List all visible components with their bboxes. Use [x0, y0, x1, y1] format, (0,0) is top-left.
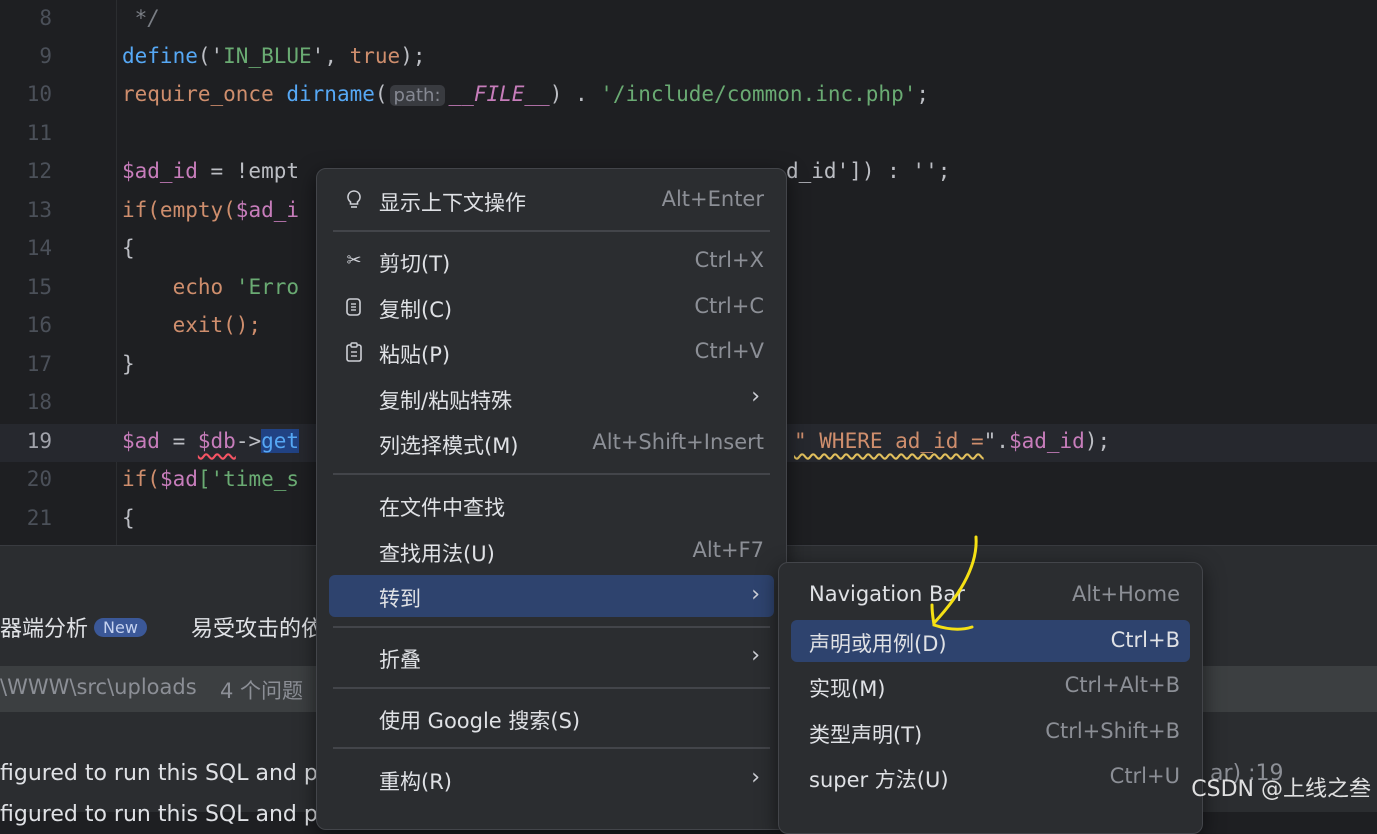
- problem-row[interactable]: figured to run this SQL and pr: [0, 802, 327, 827]
- menu-separator: [333, 626, 770, 628]
- menu-item-find-in-files[interactable]: 在文件中查找: [329, 484, 774, 526]
- line-number: 15: [26, 275, 52, 299]
- submenu-item-navigation-bar[interactable]: Navigation Bar Alt+Home: [791, 574, 1190, 616]
- menu-separator: [333, 687, 770, 689]
- code-line[interactable]: 8 */: [0, 1, 1377, 39]
- copy-icon: [343, 296, 365, 318]
- watermark: CSDN @上线之叁: [1191, 777, 1371, 802]
- menu-item-column-selection[interactable]: 列选择模式(M) Alt+Shift+Insert: [329, 422, 774, 464]
- line-number: 14: [26, 236, 52, 260]
- menu-item-google-search[interactable]: 使用 Google 搜索(S): [329, 697, 774, 739]
- scissors-icon: ✂: [346, 250, 362, 271]
- menu-item-goto[interactable]: 转到 ›: [329, 575, 774, 617]
- paste-icon: [343, 341, 365, 363]
- code-line[interactable]: 11: [0, 116, 1377, 154]
- parameter-hint: path:: [389, 85, 445, 106]
- chevron-right-icon: ›: [751, 384, 760, 409]
- selected-text: get: [261, 429, 300, 453]
- goto-submenu: Navigation Bar Alt+Home 声明或用例(D) Ctrl+B …: [778, 562, 1203, 834]
- menu-item-paste[interactable]: 粘贴(P) Ctrl+V: [329, 331, 774, 373]
- menu-item-copy[interactable]: 复制(C) Ctrl+C: [329, 286, 774, 328]
- problem-row[interactable]: figured to run this SQL and pr: [0, 761, 327, 786]
- tab-vulnerable-deps[interactable]: 易受攻击的依: [191, 611, 323, 643]
- annotation-arrow-icon: [930, 535, 978, 631]
- submenu-item-type-declaration[interactable]: 类型声明(T) Ctrl+Shift+B: [791, 711, 1190, 753]
- menu-item-show-context-actions[interactable]: 显示上下文操作 Alt+Enter: [329, 179, 774, 221]
- lightbulb-icon: [343, 189, 365, 211]
- code-line[interactable]: 9 define('IN_BLUE', true);: [0, 39, 1377, 77]
- menu-separator: [333, 230, 770, 232]
- code-line[interactable]: 10 require_once dirname(path: __FILE__) .…: [0, 77, 1377, 115]
- line-number: 18: [26, 390, 52, 414]
- line-number: 12: [26, 159, 52, 183]
- line-number: 11: [26, 121, 52, 145]
- editor-context-menu: 显示上下文操作 Alt+Enter ✂ 剪切(T) Ctrl+X 复制(C) C…: [316, 168, 787, 830]
- menu-separator: [333, 473, 770, 475]
- chevron-right-icon: ›: [751, 643, 760, 668]
- submenu-item-declaration[interactable]: 声明或用例(D) Ctrl+B: [791, 620, 1190, 662]
- line-number: 8: [39, 6, 52, 30]
- line-number: 16: [26, 313, 52, 337]
- line-number: 20: [26, 467, 52, 491]
- line-number: 19: [26, 429, 52, 453]
- menu-item-find-usages[interactable]: 查找用法(U) Alt+F7: [329, 530, 774, 572]
- problem-path: \WWW\src\uploads: [0, 675, 197, 699]
- line-number: 10: [26, 82, 52, 106]
- line-number: 21: [26, 506, 52, 530]
- chevron-right-icon: ›: [751, 765, 760, 790]
- submenu-item-super-method[interactable]: super 方法(U) Ctrl+U: [791, 756, 1190, 798]
- menu-item-cut[interactable]: ✂ 剪切(T) Ctrl+X: [329, 240, 774, 282]
- menu-separator: [333, 747, 770, 749]
- problem-count: 4 个问题: [220, 679, 304, 703]
- submenu-item-implementation[interactable]: 实现(M) Ctrl+Alt+B: [791, 665, 1190, 707]
- menu-item-copy-paste-special[interactable]: 复制/粘贴特殊 ›: [329, 377, 774, 419]
- tab-server-analysis[interactable]: 器端分析 New: [0, 611, 147, 643]
- menu-item-folding[interactable]: 折叠 ›: [329, 636, 774, 678]
- new-badge: New: [94, 618, 147, 637]
- chevron-right-icon: ›: [751, 582, 760, 607]
- line-number: 9: [39, 44, 52, 68]
- line-number: 13: [26, 198, 52, 222]
- menu-item-refactor[interactable]: 重构(R) ›: [329, 758, 774, 800]
- line-number: 17: [26, 352, 52, 376]
